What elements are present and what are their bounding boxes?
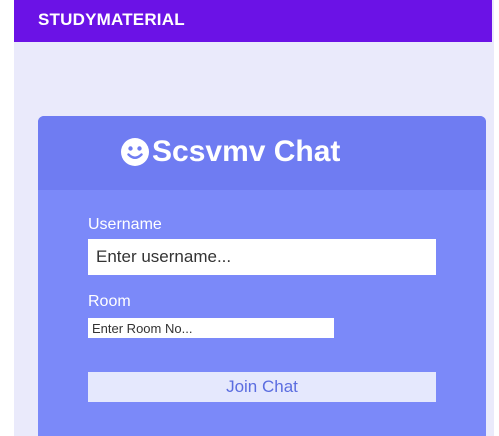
smiley-face-icon (121, 138, 149, 166)
brand-title: Scsvmv Chat (152, 135, 341, 168)
card-header: Scsvmv Chat (38, 116, 486, 190)
room-input[interactable] (88, 318, 334, 338)
username-input[interactable] (88, 239, 436, 275)
app-bar: STUDYMATERIAL (14, 0, 492, 42)
brand: Scsvmv Chat (120, 132, 340, 172)
screen-edge (4, 0, 14, 436)
chat-app-screen: STUDYMATERIAL Scsvmv Chat Username Room … (4, 0, 494, 436)
join-card: Scsvmv Chat Username Room Join Chat (38, 116, 486, 436)
room-label: Room (88, 293, 131, 310)
join-chat-button[interactable]: Join Chat (88, 372, 436, 402)
username-label: Username (88, 216, 162, 233)
app-bar-title: STUDYMATERIAL (38, 10, 185, 29)
